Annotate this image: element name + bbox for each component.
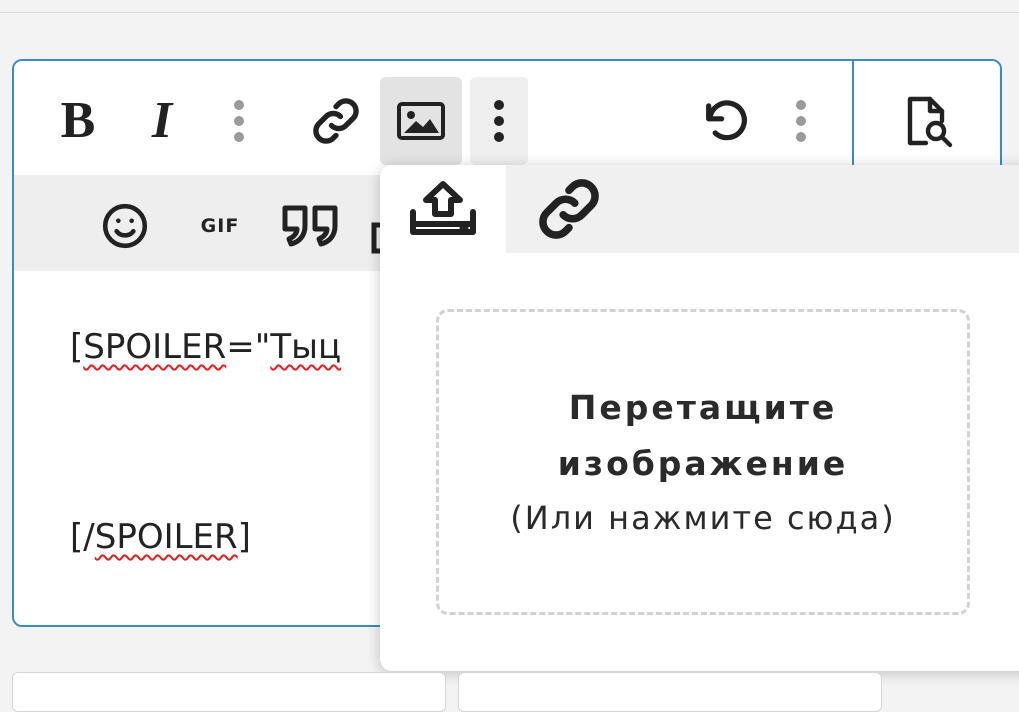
quote-button[interactable] [278, 197, 344, 255]
dropzone-title-line-2: изображение [557, 444, 849, 483]
content-line-1: [SPOILER="Тыц [70, 327, 342, 367]
more-text-options-button[interactable] [224, 91, 254, 151]
bold-icon: B [60, 92, 96, 149]
tab-upload[interactable] [380, 165, 506, 253]
spoiler-title: Тыц [270, 327, 342, 367]
upload-icon [410, 181, 476, 235]
smiley-icon [102, 203, 148, 249]
tab-link[interactable] [506, 165, 632, 253]
toolbar-divider [852, 61, 854, 175]
dropzone-title-line-1: Перетащите [568, 388, 838, 427]
preview-button[interactable] [894, 89, 958, 153]
more-insert-options-button[interactable] [470, 77, 528, 165]
quote-icon [282, 205, 338, 247]
undo-button[interactable] [694, 89, 758, 153]
image-icon [397, 102, 445, 140]
dropzone-hint: (Или нажмите сюда) [510, 499, 896, 537]
italic-icon: I [151, 92, 173, 149]
link-button[interactable] [304, 89, 368, 153]
emoji-button[interactable] [96, 197, 154, 255]
vertical-dots-icon [234, 100, 244, 142]
spoiler-close-tag: SPOILER [94, 517, 238, 557]
vertical-dots-icon [494, 100, 504, 142]
insert-image-popup: Перетащите изображение (Или нажмите сюда… [380, 165, 1019, 671]
image-button[interactable] [380, 77, 462, 165]
spoiler-tag: SPOILER [83, 327, 227, 367]
image-dropzone[interactable]: Перетащите изображение (Или нажмите сюда… [436, 309, 970, 615]
editor-toolbar: B I [14, 61, 1000, 175]
bottom-field-right[interactable] [458, 672, 882, 712]
top-divider [0, 12, 1019, 13]
italic-button[interactable]: I [136, 85, 188, 157]
more-options-button[interactable] [786, 91, 816, 151]
undo-icon [706, 100, 747, 141]
link-icon [313, 98, 359, 144]
content-line-2: [/SPOILER] [70, 517, 251, 557]
popup-tabs [380, 165, 1019, 253]
link-icon [539, 179, 599, 239]
vertical-dots-icon [796, 100, 806, 142]
gif-icon: GIF [200, 215, 240, 237]
gif-button[interactable]: GIF [190, 201, 250, 251]
bold-button[interactable]: B [52, 85, 104, 157]
bottom-field-left[interactable] [12, 672, 446, 712]
document-search-icon [907, 96, 953, 148]
